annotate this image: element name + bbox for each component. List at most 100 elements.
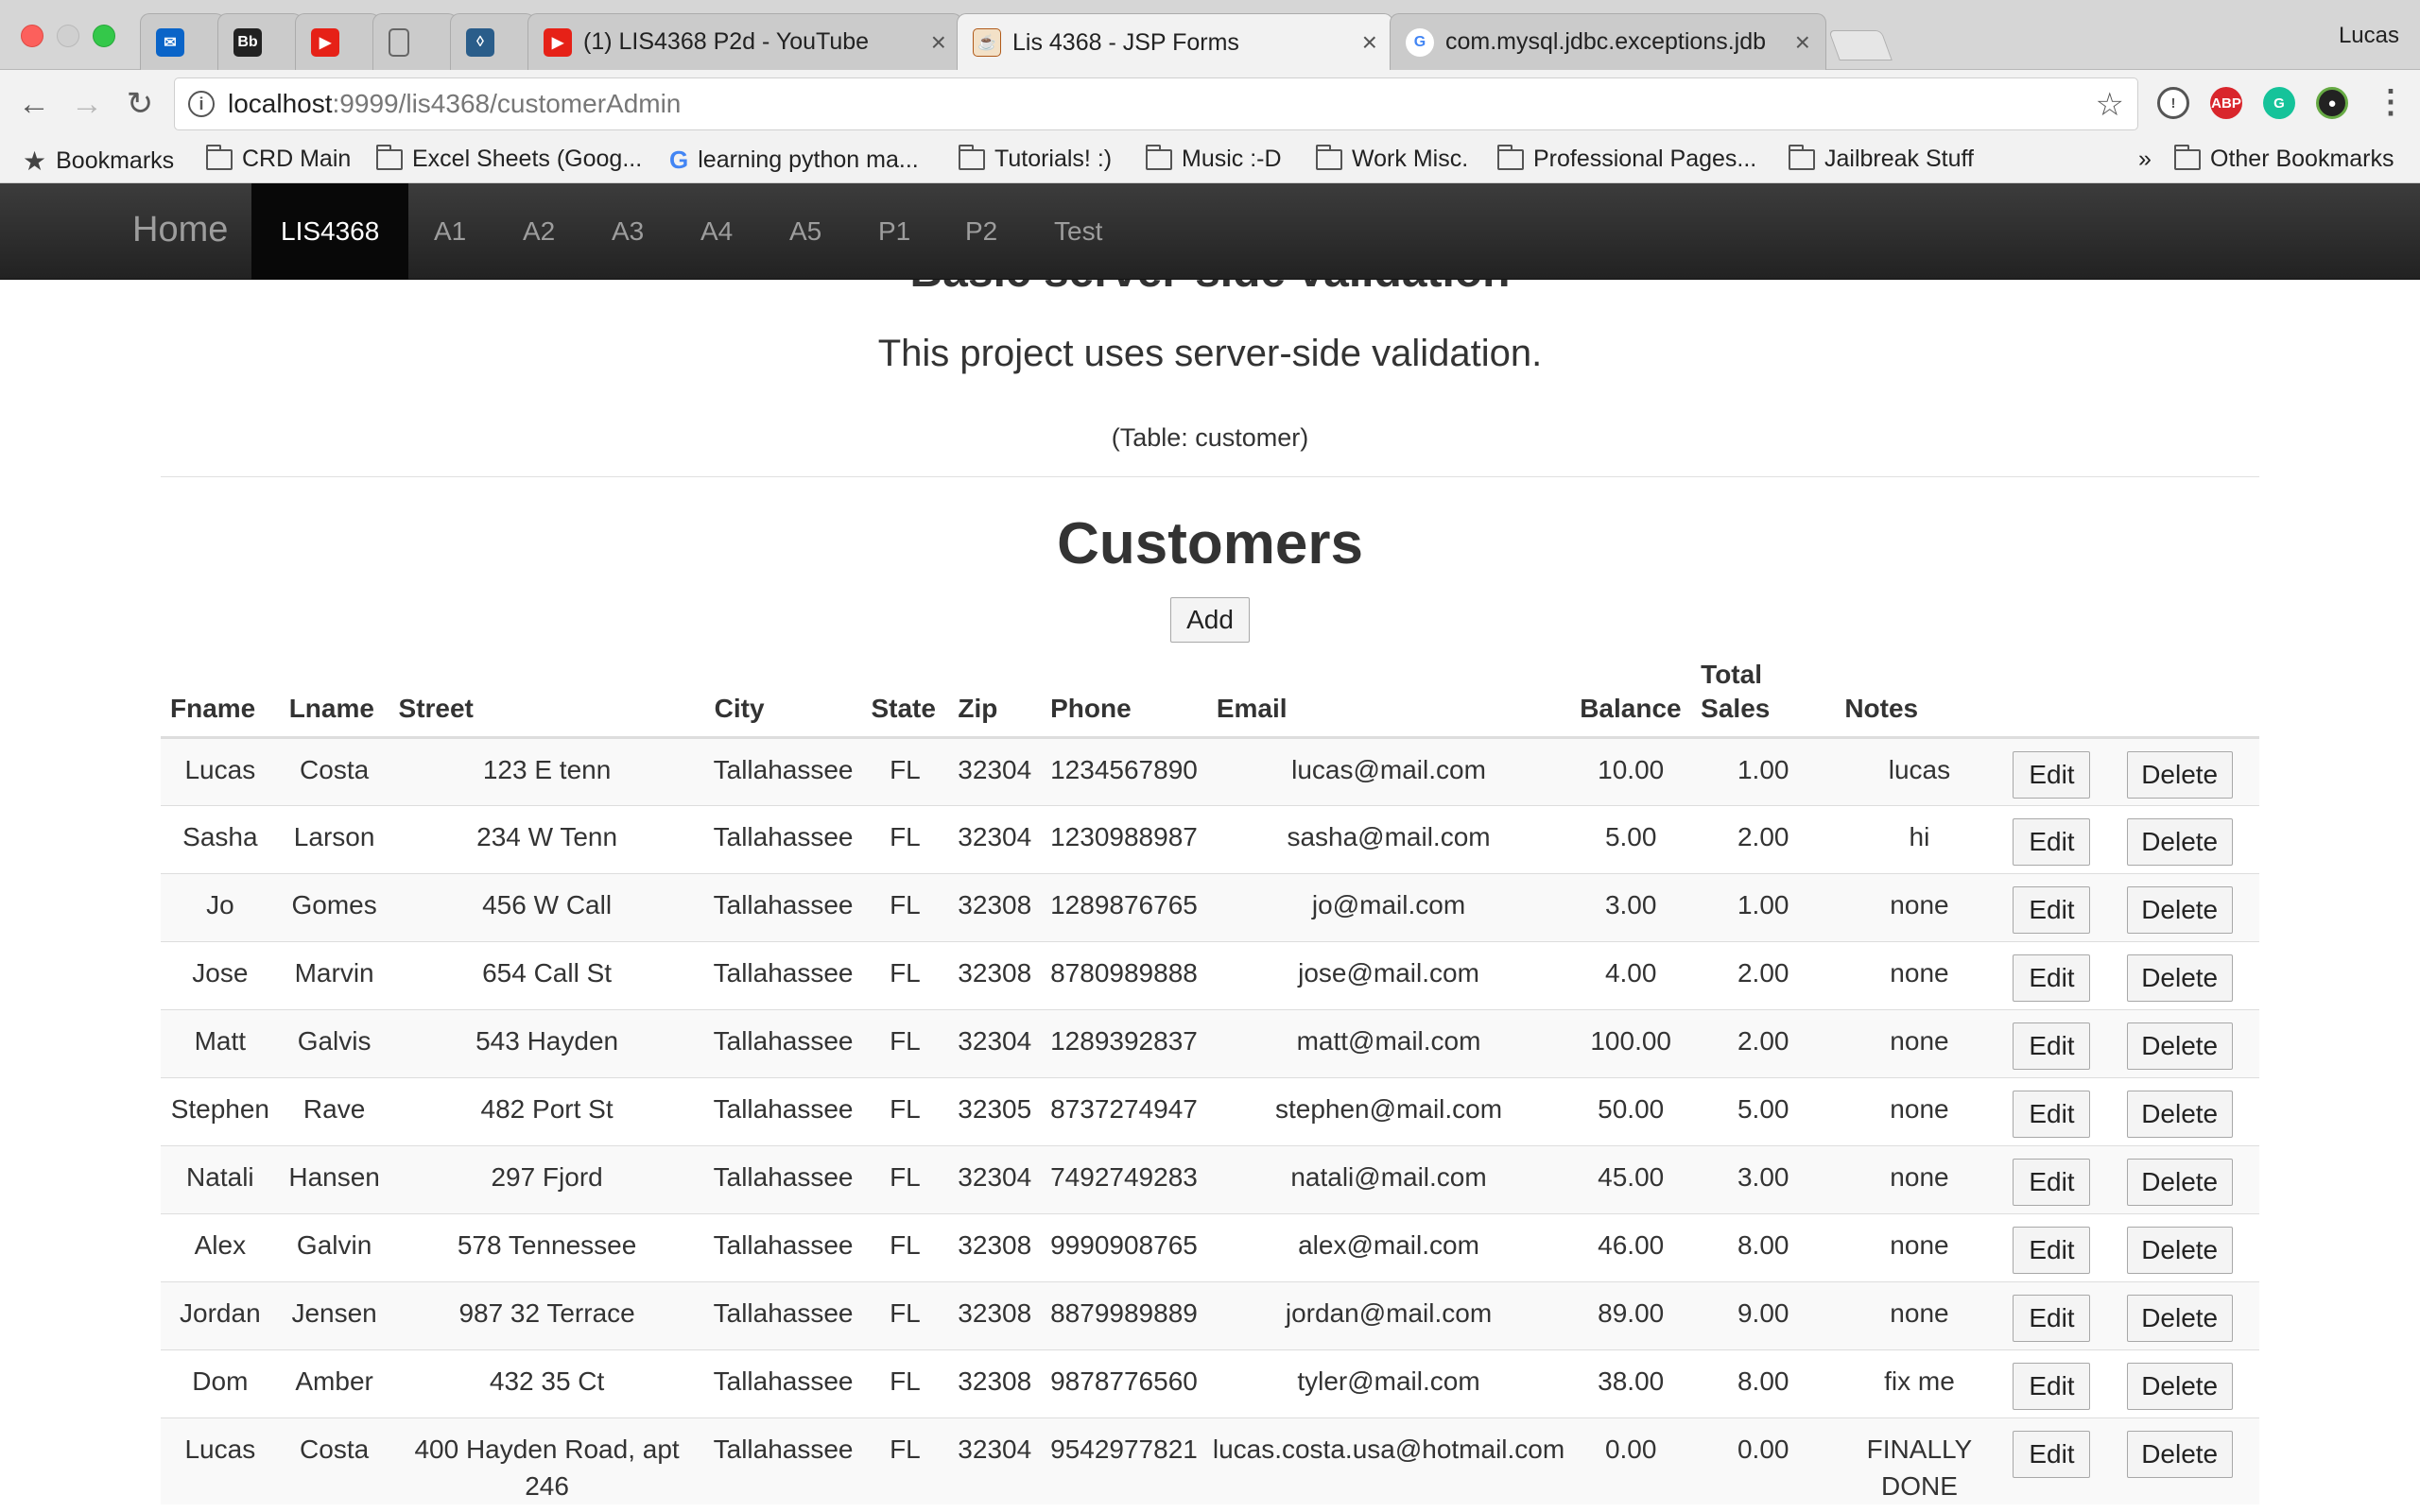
profile-name[interactable]: Lucas [2339,23,2399,49]
edit-button[interactable]: Edit [2013,750,2091,799]
edit-button[interactable]: Edit [2013,954,2091,1002]
delete-button[interactable]: Delete [2126,1430,2233,1478]
browser-tab-jsp-forms[interactable]: ☕ Lis 4368 - JSP Forms × [957,13,1393,71]
bookmark-excel-sheets[interactable]: Excel Sheets (Goog... [376,144,642,173]
edit-button[interactable]: Edit [2013,1022,2091,1070]
nav-item-a1[interactable]: A1 [434,183,466,280]
edit-button[interactable]: Edit [2013,1158,2091,1206]
delete-button[interactable]: Delete [2126,1226,2233,1274]
close-icon[interactable]: × [1362,27,1377,58]
delete-button[interactable]: Delete [2126,1158,2233,1206]
edit-button[interactable]: Edit [2013,817,2091,866]
cell-fname: Jo [161,872,280,941]
delete-button[interactable]: Delete [2126,750,2233,799]
browser-tab-shield[interactable]: ◊ [450,13,535,70]
browser-tab-blackboard[interactable]: Bb [217,13,302,70]
cell-delete: Delete [2100,1076,2259,1145]
edit-button[interactable]: Edit [2013,1226,2091,1274]
column-header-notes[interactable]: Notes [1835,648,2004,739]
browser-tab-mysql-exception[interactable]: G com.mysql.jdbc.exceptions.jdb × [1390,13,1826,70]
cell-email: sasha@mail.com [1206,804,1571,873]
adblock-plus-icon[interactable]: ABP [2210,87,2242,119]
cell-total-sales: 2.00 [1691,940,1836,1009]
edit-button[interactable]: Edit [2013,1362,2091,1410]
cell-phone: 7492749283 [1041,1144,1207,1213]
column-header-lname[interactable]: Lname [279,648,389,739]
bookmark-star-icon[interactable]: ☆ [2096,86,2124,124]
info-icon[interactable]: i [188,91,215,117]
customers-table: Fname Lname Street City State Zip Phone … [161,648,2259,1504]
color-picker-icon[interactable]: ● [2316,87,2348,119]
browser-tab-youtube[interactable]: ▶ [295,13,380,70]
bookmark-music[interactable]: Music :-D [1146,144,1282,173]
cell-delete: Delete [2100,872,2259,941]
nav-item-a3[interactable]: A3 [612,183,644,280]
cell-state: FL [861,1280,949,1349]
add-customer-button[interactable]: Add [1170,597,1250,643]
delete-button[interactable]: Delete [2126,1294,2233,1342]
column-header-city[interactable]: City [704,648,862,739]
cell-state: FL [861,736,949,805]
grammarly-icon[interactable]: G [2263,87,2295,119]
bookmark-professional-pages[interactable]: Professional Pages... [1497,144,1756,173]
close-window-button[interactable] [21,25,43,47]
bookmark-learning-python[interactable]: G learning python ma... [669,146,919,175]
cell-street: 654 Call St [389,940,705,1009]
nav-item-a5[interactable]: A5 [789,183,821,280]
edit-button[interactable]: Edit [2013,885,2091,934]
address-bar[interactable]: i localhost :9999/lis4368/customerAdmin … [174,77,2138,130]
bookmark-other-bookmarks[interactable]: Other Bookmarks [2174,144,2394,173]
cell-balance: 50.00 [1570,1076,1692,1145]
column-header-state[interactable]: State [861,648,949,739]
browser-menu-icon[interactable]: ⋮ [2375,83,2407,121]
bookmark-bookmarks[interactable]: ★ Bookmarks [23,146,174,177]
column-header-balance[interactable]: Balance [1570,648,1692,739]
nav-item-a2[interactable]: A2 [523,183,555,280]
column-header-fname[interactable]: Fname [161,648,280,739]
extension-info-icon[interactable]: ! [2157,87,2189,119]
nav-item-test[interactable]: Test [1054,183,1102,280]
column-header-total-sales[interactable]: Total Sales [1691,648,1836,739]
edit-button[interactable]: Edit [2013,1090,2091,1138]
bookmarks-overflow-chevron[interactable]: » [2138,146,2152,173]
delete-button[interactable]: Delete [2126,1090,2233,1138]
cell-delete: Delete [2100,1144,2259,1213]
reload-icon[interactable]: ↻ [119,83,161,125]
bookmark-jailbreak-stuff[interactable]: Jailbreak Stuff [1789,144,1974,173]
column-header-phone[interactable]: Phone [1041,648,1207,739]
browser-tab-document[interactable] [372,13,458,70]
bookmark-work-misc[interactable]: Work Misc. [1316,144,1468,173]
minimize-window-button[interactable] [57,25,79,47]
customers-title: Customers [1057,511,1363,576]
close-icon[interactable]: × [931,27,946,58]
delete-button[interactable]: Delete [2126,954,2233,1002]
nav-item-lis4368[interactable]: LIS4368 [251,183,409,280]
edit-button[interactable]: Edit [2013,1294,2091,1342]
nav-item-a4[interactable]: A4 [700,183,733,280]
cell-edit: Edit [2003,1417,2100,1504]
forward-arrow-icon[interactable]: → [66,83,108,125]
browser-tab-outlook[interactable]: ✉ [140,13,225,70]
bookmark-tutorials[interactable]: Tutorials! :) [959,144,1112,173]
cell-notes: FINALLY DONE [1835,1417,2004,1504]
navbar-brand-home[interactable]: Home [132,210,228,250]
delete-button[interactable]: Delete [2126,817,2233,866]
column-header-zip[interactable]: Zip [948,648,1042,739]
new-tab-button[interactable] [1828,30,1893,60]
bookmark-crd-main[interactable]: CRD Main [206,144,351,173]
table-row: Jose Marvin 654 Call St Tallahassee FL 32308 8… [161,940,2259,1009]
back-arrow-icon[interactable]: ← [13,83,55,125]
nav-item-p1[interactable]: P1 [878,183,910,280]
column-header-email[interactable]: Email [1206,648,1571,739]
cell-fname: Natali [161,1144,280,1213]
delete-button[interactable]: Delete [2126,1362,2233,1410]
column-header-street[interactable]: Street [389,648,705,739]
edit-button[interactable]: Edit [2013,1430,2091,1478]
close-icon[interactable]: × [1795,27,1810,58]
maximize-window-button[interactable] [93,25,115,47]
delete-button[interactable]: Delete [2126,885,2233,934]
cell-email: tyler@mail.com [1206,1349,1571,1418]
delete-button[interactable]: Delete [2126,1022,2233,1070]
browser-tab-youtube-p2d[interactable]: ▶ (1) LIS4368 P2d - YouTube × [527,13,962,70]
nav-item-p2[interactable]: P2 [965,183,997,280]
